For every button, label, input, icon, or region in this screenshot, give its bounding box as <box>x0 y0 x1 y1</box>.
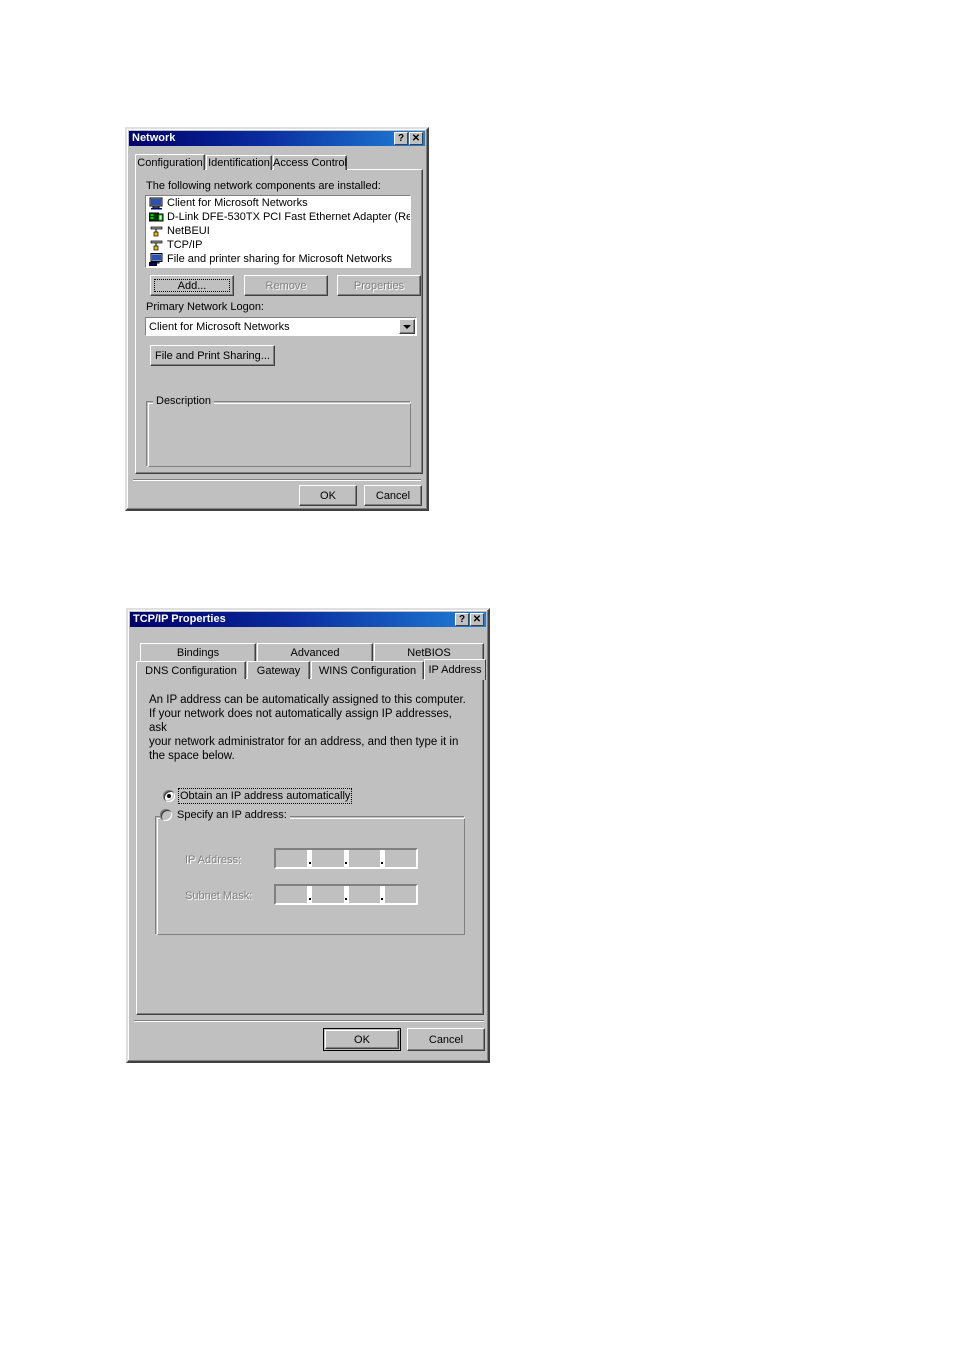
primary-logon-label: Primary Network Logon: <box>146 301 264 313</box>
components-label: The following network components are ins… <box>146 180 381 192</box>
ip-address-description: An IP address can be automatically assig… <box>149 694 466 762</box>
list-item-label: D-Link DFE-530TX PCI Fast Ethernet Adapt… <box>167 211 411 223</box>
tcpip-cancel-button[interactable]: Cancel <box>407 1028 485 1051</box>
tab-wins-configuration-label: WINS Configuration <box>318 664 417 677</box>
tab-netbios-label: NetBIOS <box>407 646 451 659</box>
tab-configuration[interactable]: Configuration <box>135 154 205 170</box>
network-components-list[interactable]: Client for Microsoft Networks D-Link DFE… <box>145 195 411 268</box>
close-button[interactable]: ✕ <box>409 132 423 145</box>
specify-ip-address-radio[interactable]: Specify an IP address: <box>160 809 290 821</box>
description-group-label: Description <box>153 395 215 407</box>
obtain-ip-automatically-label: Obtain an IP address automatically <box>177 788 353 804</box>
tab-dns-configuration-label: DNS Configuration <box>145 664 237 677</box>
file-print-sharing-button[interactable]: File and Print Sharing... <box>150 345 275 366</box>
network-ok-button[interactable]: OK <box>299 485 357 506</box>
help-button[interactable]: ? <box>394 132 408 145</box>
file-print-sharing-icon <box>149 252 164 266</box>
list-item-label: File and printer sharing for Microsoft N… <box>167 253 392 265</box>
tab-dns-configuration[interactable]: DNS Configuration <box>136 661 246 679</box>
ip-octet-2[interactable] <box>312 850 343 867</box>
tab-configuration-label: Configuration <box>137 156 203 169</box>
list-item-label: TCP/IP <box>167 239 203 251</box>
tcpip-properties-dialog: TCP/IP Properties ? ✕ Bindings Advanced … <box>126 608 490 1063</box>
tcpip-title: TCP/IP Properties <box>133 613 226 625</box>
ip-octet-1[interactable] <box>276 850 307 867</box>
specify-ip-group <box>155 816 465 935</box>
properties-button-label: Properties <box>353 279 405 292</box>
description-group <box>146 401 411 467</box>
network-cancel-label: Cancel <box>375 489 411 502</box>
tab-bindings-label: Bindings <box>176 646 220 659</box>
computer-icon <box>149 197 164 210</box>
protocol-icon <box>149 225 164 238</box>
tab-bindings[interactable]: Bindings <box>140 643 256 661</box>
ip-address-label: IP Address: <box>185 854 242 866</box>
tab-advanced-label: Advanced <box>290 646 340 659</box>
network-adapter-icon <box>149 211 164 224</box>
list-item-label: NetBEUI <box>167 225 210 237</box>
subnet-octet-1[interactable] <box>276 886 307 903</box>
primary-logon-combo[interactable]: Client for Microsoft Networks <box>145 317 417 336</box>
subnet-octet-2[interactable] <box>312 886 343 903</box>
radio-indicator[interactable] <box>163 790 175 802</box>
add-button[interactable]: Add... <box>150 275 234 296</box>
tab-ip-address[interactable]: IP Address <box>424 659 486 680</box>
network-title: Network <box>132 132 176 144</box>
list-item[interactable]: File and printer sharing for Microsoft N… <box>146 252 410 266</box>
tcpip-cancel-label: Cancel <box>428 1033 464 1046</box>
help-button[interactable]: ? <box>455 613 469 626</box>
tcpip-titlebar[interactable]: TCP/IP Properties ? ✕ <box>130 612 486 627</box>
tab-access-control[interactable]: Access Control <box>273 155 347 170</box>
obtain-ip-automatically-radio[interactable]: Obtain an IP address automatically <box>163 788 353 804</box>
network-cancel-button[interactable]: Cancel <box>364 485 422 506</box>
ip-octet-4[interactable] <box>385 850 416 867</box>
list-item[interactable]: TCP/IP <box>146 238 410 252</box>
list-item[interactable]: Client for Microsoft Networks <box>146 196 410 210</box>
subnet-mask-input[interactable] <box>274 884 418 905</box>
tab-access-control-label: Access Control <box>273 157 347 169</box>
tab-wins-configuration[interactable]: WINS Configuration <box>311 661 424 679</box>
properties-button[interactable]: Properties <box>337 275 421 296</box>
footer-divider <box>133 479 421 481</box>
primary-logon-value: Client for Microsoft Networks <box>149 320 290 333</box>
network-ok-label: OK <box>320 489 336 502</box>
remove-button[interactable]: Remove <box>244 275 328 296</box>
network-dialog: Network ? ✕ Configuration Identification… <box>125 127 429 511</box>
close-button[interactable]: ✕ <box>470 613 484 626</box>
tcpip-ok-label: OK <box>354 1033 370 1046</box>
footer-divider <box>134 1020 484 1022</box>
ip-octet-3[interactable] <box>349 850 380 867</box>
specify-ip-address-label: Specify an IP address: <box>177 809 287 821</box>
protocol-icon <box>149 239 164 252</box>
ip-address-input[interactable] <box>274 848 418 869</box>
chevron-down-icon[interactable] <box>399 319 415 334</box>
tab-gateway-label: Gateway <box>256 664 301 677</box>
tab-ip-address-label: IP Address <box>428 664 482 676</box>
tab-advanced[interactable]: Advanced <box>257 643 373 661</box>
radio-indicator[interactable] <box>160 809 172 821</box>
list-item[interactable]: NetBEUI <box>146 224 410 238</box>
file-print-sharing-label: File and Print Sharing... <box>155 349 270 362</box>
tcpip-ok-button[interactable]: OK <box>323 1028 401 1051</box>
list-item[interactable]: D-Link DFE-530TX PCI Fast Ethernet Adapt… <box>146 210 410 224</box>
subnet-mask-label: Subnet Mask: <box>185 890 253 902</box>
subnet-octet-4[interactable] <box>385 886 416 903</box>
network-titlebar[interactable]: Network ? ✕ <box>129 131 425 146</box>
subnet-octet-3[interactable] <box>349 886 380 903</box>
remove-button-label: Remove <box>265 279 307 292</box>
tab-identification[interactable]: Identification <box>206 155 272 170</box>
tab-identification-label: Identification <box>208 157 270 169</box>
add-button-label: Add... <box>177 279 207 292</box>
list-item-label: Client for Microsoft Networks <box>167 197 308 209</box>
tab-gateway[interactable]: Gateway <box>247 661 310 679</box>
